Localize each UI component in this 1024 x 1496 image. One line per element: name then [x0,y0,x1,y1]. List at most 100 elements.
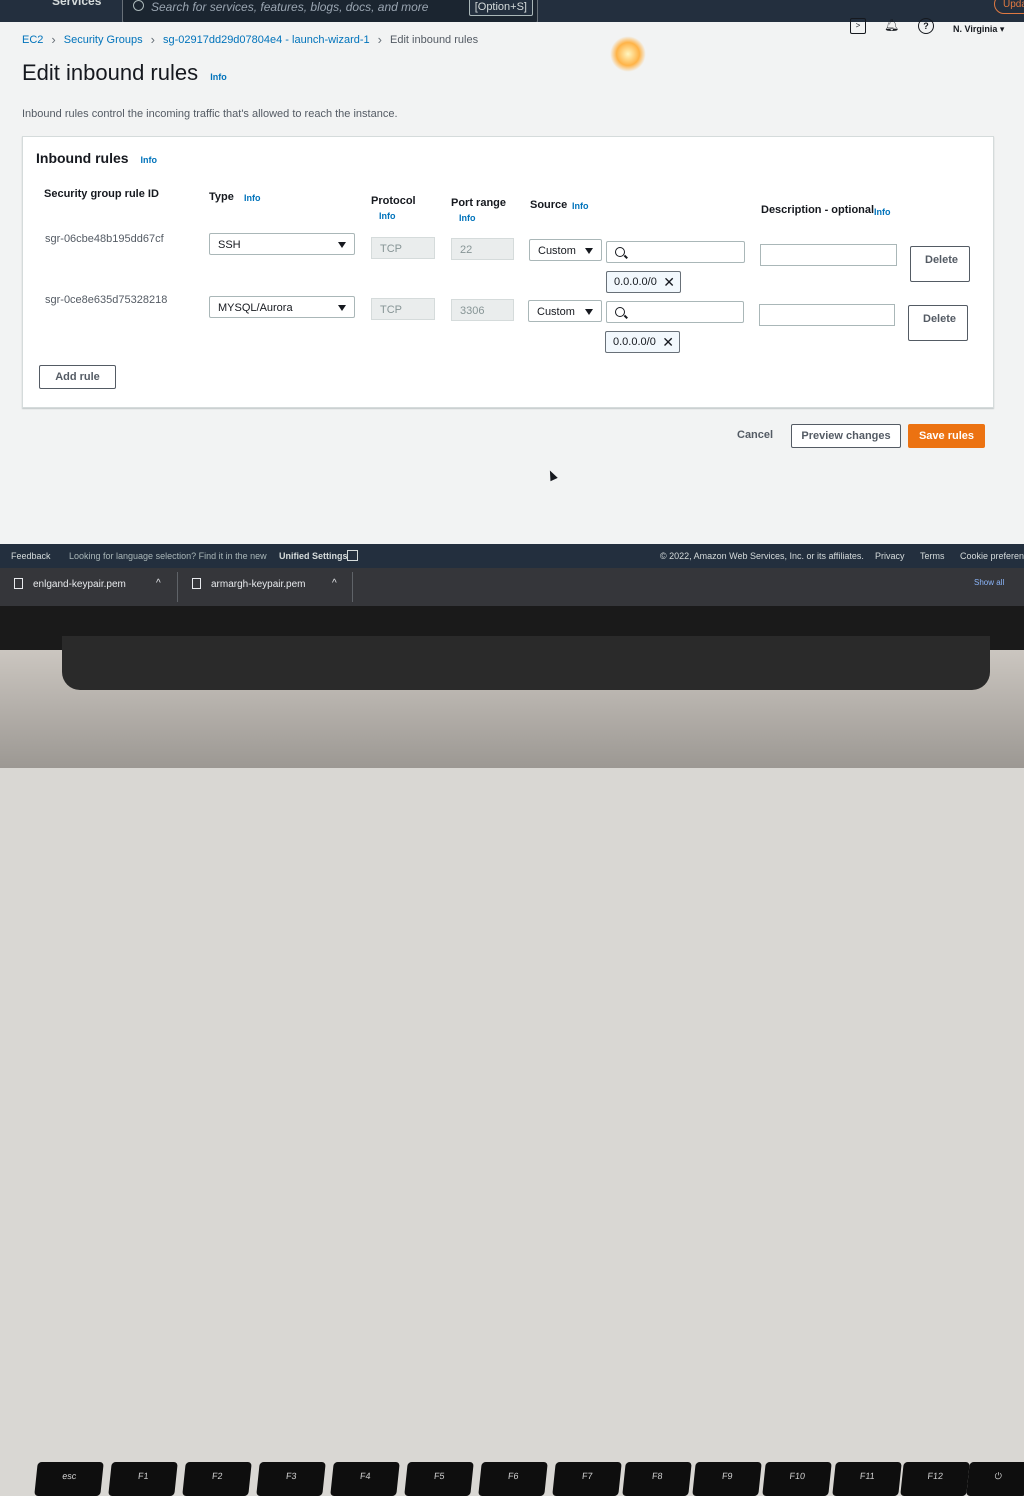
search-input[interactable]: Search for services, features, blogs, do… [122,0,538,23]
search-icon [133,0,144,11]
unified-settings-link[interactable]: Unified Settings [279,551,348,561]
source-type-select[interactable]: Custom [528,300,602,322]
col-description: Description - optional [761,204,875,216]
delete-rule-button[interactable]: Delete [910,246,970,282]
chevron-up-icon[interactable]: ^ [156,578,161,589]
cidr-value: 0.0.0.0/0 [614,276,657,288]
rule-type-value: SSH [218,239,241,251]
region-selector[interactable]: N. Virginia ▾ [953,24,1004,35]
cloudshell-icon[interactable]: > [850,18,866,34]
port-range-field: 22 [451,238,514,260]
console-footer: Feedback Looking for language selection?… [0,544,1024,568]
laptop-hinge-bar [62,636,990,690]
external-link-icon [347,550,358,561]
rule-id: sgr-0ce8e635d75328218 [45,294,168,306]
source-search-input[interactable] [606,241,745,263]
page-description: Inbound rules control the incoming traff… [22,108,398,120]
save-rules-button[interactable]: Save rules [908,424,985,448]
cidr-value: 0.0.0.0/0 [613,336,656,348]
key-f7: F7 [552,1462,622,1496]
key-f8: F8 [622,1462,692,1496]
description-input[interactable] [760,244,897,266]
source-type-value: Custom [537,306,575,318]
key-f4: F4 [330,1462,400,1496]
key-f3: F3 [256,1462,326,1496]
key-esc: esc [34,1462,104,1496]
delete-rule-button[interactable]: Delete [908,305,968,341]
source-type-select[interactable]: Custom [529,239,602,261]
rule-type-select[interactable]: MYSQL/Aurora [209,296,355,318]
console-toolbar: > 🔔︎ ? N. Virginia ▾ [840,12,1024,46]
port-range-field: 3306 [451,299,514,321]
caret-down-icon [338,305,346,311]
feedback-link[interactable]: Feedback [11,551,51,561]
col-rule-id: Security group rule ID [44,188,159,200]
rule-id: sgr-06cbe48b195dd67cf [45,233,164,245]
key-f5: F5 [404,1462,474,1496]
inbound-rules-panel [22,136,994,408]
page-title-text: Edit inbound rules [22,60,199,85]
key-f6: F6 [478,1462,548,1496]
services-menu[interactable]: Services [52,0,101,8]
rule-type-value: MYSQL/Aurora [218,302,293,314]
source-type-value: Custom [538,245,576,257]
description-input[interactable] [759,304,895,326]
file-icon [14,578,23,589]
keyboard: esc F1 F2 F3 F4 F5 F6 F7 F8 F9 F10 F11 F… [0,722,1024,1496]
description-info-link[interactable]: Info [874,207,891,217]
chevron-up-icon[interactable]: ^ [332,578,337,589]
language-prompt: Looking for language selection? Find it … [69,551,267,561]
terms-link[interactable]: Terms [920,551,945,561]
downloads-bar: enlgand-keypair.pem ^ armargh-keypair.pe… [0,568,1024,606]
add-rule-button[interactable]: Add rule [39,365,116,389]
download-item[interactable]: armargh-keypair.pem [192,578,305,590]
breadcrumb-separator-icon: › [150,32,155,47]
panel-title: Inbound rules Info [36,150,157,166]
key-f2: F2 [182,1462,252,1496]
col-type: Type [209,191,234,203]
port-info-link[interactable]: Info [459,213,476,223]
page-info-link[interactable]: Info [210,72,227,82]
rule-type-select[interactable]: SSH [209,233,355,255]
breadcrumb-separator-icon: › [51,32,56,47]
help-icon[interactable]: ? [918,18,934,34]
breadcrumb-security-group[interactable]: sg-02917dd29d07804e4 - launch-wizard-1 [163,34,370,46]
preview-changes-button[interactable]: Preview changes [791,424,901,448]
panel-title-text: Inbound rules [36,150,129,166]
source-info-link[interactable]: Info [572,201,589,211]
source-search-input[interactable] [606,301,744,323]
key-f12: F12 [900,1462,970,1496]
caret-down-icon [585,309,593,315]
protocol-field: TCP [371,298,435,320]
page-title: Edit inbound rules Info [22,60,227,86]
key-f1: F1 [108,1462,178,1496]
col-port-range: Port range [451,197,507,209]
breadcrumb: EC2 › Security Groups › sg-02917dd29d07804e4… [22,32,478,47]
key-f11: F11 [832,1462,902,1496]
search-placeholder: Search for services, features, blogs, do… [151,0,429,14]
download-filename: armargh-keypair.pem [211,579,306,590]
notifications-bell-icon[interactable]: 🔔︎ [884,18,899,32]
breadcrumb-ec2[interactable]: EC2 [22,34,43,46]
breadcrumb-separator-icon: › [377,32,383,47]
panel-info-link[interactable]: Info [140,155,157,165]
cidr-token: 0.0.0.0/0 ✕ [606,271,681,293]
col-source: Source [530,199,568,211]
breadcrumb-security-groups[interactable]: Security Groups [64,34,143,46]
protocol-info-link[interactable]: Info [379,211,396,221]
file-icon [192,578,201,589]
type-info-link[interactable]: Info [244,193,261,203]
key-f9: F9 [692,1462,762,1496]
protocol-field: TCP [371,237,435,259]
remove-cidr-icon[interactable]: ✕ [663,272,675,292]
key-f10: F10 [762,1462,832,1496]
col-protocol: Protocol [371,195,416,207]
show-all-link[interactable]: Show all [974,578,1004,587]
privacy-link[interactable]: Privacy [875,551,905,561]
screen-glare [610,36,646,72]
cancel-button[interactable]: Cancel [737,429,773,441]
remove-cidr-icon[interactable]: ✕ [662,332,674,352]
download-item[interactable]: enlgand-keypair.pem [14,578,126,590]
cookie-preferences-link[interactable]: Cookie preference [960,551,1024,561]
copyright-text: © 2022, Amazon Web Services, Inc. or its… [660,551,864,561]
